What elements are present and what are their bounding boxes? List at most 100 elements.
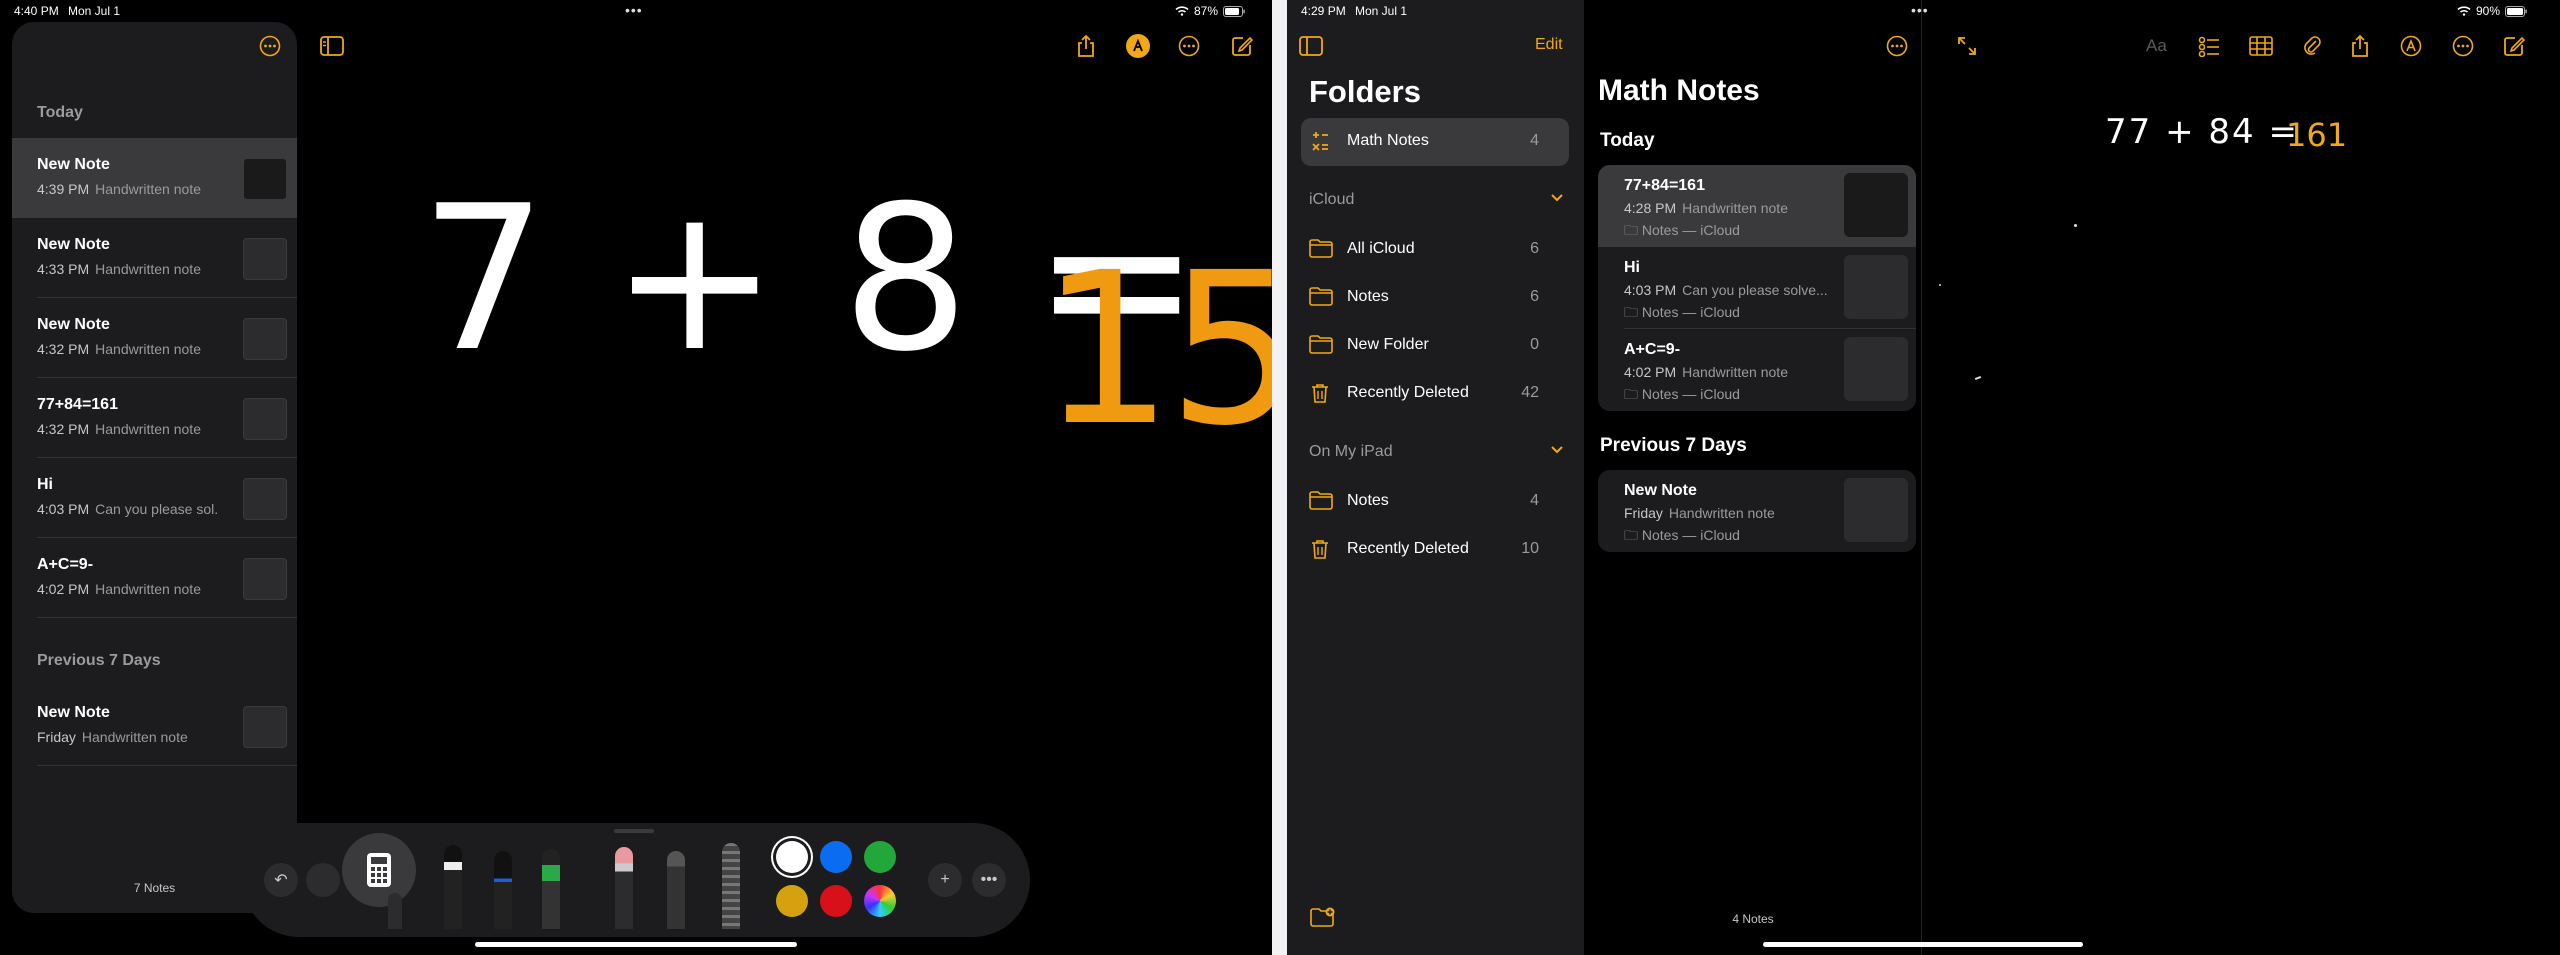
ruler-tool[interactable] — [722, 843, 740, 929]
chevron-down-icon[interactable] — [1550, 193, 1564, 203]
folder-name: Recently Deleted — [1347, 384, 1469, 401]
previous-notes-card: New Note Friday Handwritten note 🗀 Notes … — [1598, 470, 1916, 552]
color-swatch-white[interactable] — [776, 841, 808, 873]
color-swatch-blue[interactable] — [820, 841, 852, 873]
folders-sidebar: 4:29 PM Mon Jul 1 Edit Folders Math Note… — [1287, 0, 1584, 955]
highlighter-tool[interactable] — [542, 849, 560, 929]
checklist-icon[interactable] — [2195, 32, 2223, 60]
share-icon[interactable] — [2346, 32, 2374, 60]
folder-row-new-folder[interactable]: New Folder 0 — [1301, 322, 1569, 370]
more-options-button[interactable] — [1883, 32, 1911, 60]
note-row[interactable]: New Note Friday Handwritten note — [12, 686, 297, 766]
note-row[interactable]: New Note 4:32 PM Handwritten note — [12, 298, 297, 378]
note-title: Hi — [1624, 259, 1640, 276]
folder-row-ipad-notes[interactable]: Notes 4 — [1301, 478, 1569, 526]
note-row[interactable]: A+C=9- 4:02 PM Handwritten note 🗀 Notes —… — [1598, 329, 1916, 411]
status-date: Mon Jul 1 — [68, 4, 121, 18]
table-icon[interactable] — [2247, 32, 2275, 60]
notes-count: 4 Notes — [1732, 912, 1774, 926]
note-thumbnail — [1844, 173, 1908, 237]
note-thumbnail — [243, 478, 287, 520]
folder-icon: 🗀 — [1624, 527, 1638, 543]
home-indicator[interactable] — [1763, 942, 2083, 947]
calculator-button[interactable] — [342, 833, 416, 907]
note-title: Hi — [37, 476, 53, 493]
note-row[interactable]: 77+84=161 4:28 PM Handwritten note 🗀 Note… — [1598, 165, 1916, 247]
note-subtitle: Friday Handwritten note — [37, 729, 188, 745]
note-row[interactable]: New Note 4:39 PM Handwritten note — [12, 138, 297, 218]
toolbar-grabber[interactable] — [614, 829, 654, 833]
expand-icon[interactable] — [1953, 32, 1981, 60]
text-format-button[interactable]: Aa — [2146, 36, 2167, 56]
note-row[interactable]: 77+84=161 4:32 PM Handwritten note — [12, 378, 297, 458]
status-right: 90% — [2457, 4, 2527, 18]
chevron-down-icon[interactable] — [1550, 445, 1564, 455]
section-today: Today — [37, 104, 83, 121]
folder-icon: 🗀 — [1624, 304, 1638, 320]
monoline-pen-tool[interactable] — [388, 893, 402, 929]
multitask-dots[interactable]: ••• — [625, 2, 643, 18]
folder-icon — [1309, 238, 1333, 258]
note-subtitle: 4:32 PM Handwritten note — [37, 341, 201, 357]
note-title: New Note — [37, 704, 110, 721]
folder-row-notes[interactable]: Notes 6 — [1301, 274, 1569, 322]
markup-pen-icon[interactable] — [2397, 32, 2425, 60]
more-icon[interactable] — [1175, 32, 1203, 60]
color-swatch-red[interactable] — [820, 885, 852, 917]
folder-row-ipad-recently-deleted[interactable]: Recently Deleted 10 — [1301, 526, 1569, 574]
new-folder-icon[interactable] — [1309, 903, 1337, 931]
pencil-tool[interactable] — [667, 851, 685, 929]
pen-tool[interactable] — [444, 845, 462, 929]
note-row[interactable]: A+C=9- 4:02 PM Handwritten note — [12, 538, 297, 618]
note-row[interactable]: Hi 4:03 PM Can you please sol... — [12, 458, 297, 538]
notes-list-sidebar: Today New Note 4:39 PM Handwritten note N… — [12, 22, 297, 913]
folder-count: 4 — [1530, 492, 1539, 509]
note-thumbnail — [1844, 337, 1908, 401]
edit-button[interactable]: Edit — [1535, 36, 1563, 54]
home-indicator[interactable] — [475, 942, 797, 947]
calculator-icon — [367, 853, 391, 887]
markup-pen-icon[interactable] — [1124, 32, 1152, 60]
color-swatch-green[interactable] — [864, 841, 896, 873]
color-picker-wheel[interactable] — [864, 885, 896, 917]
on-my-ipad-heading[interactable]: On My iPad — [1309, 443, 1393, 461]
note-subtitle: 4:02 PM Handwritten note — [1624, 364, 1788, 380]
toolbar-more-button[interactable]: ••• — [972, 863, 1006, 897]
undo-button[interactable]: ↶ — [264, 863, 298, 897]
trash-icon — [1309, 538, 1331, 560]
folder-row-all-icloud[interactable]: All iCloud 6 — [1301, 226, 1569, 274]
battery-icon — [1223, 5, 1245, 17]
sidebar-toggle-icon[interactable] — [1297, 32, 1325, 60]
pencil-toolbar: ↶ + ••• — [242, 823, 1030, 937]
note-row[interactable]: New Note 4:33 PM Handwritten note — [12, 218, 297, 298]
folder-row-math-notes[interactable]: Math Notes 4 — [1301, 118, 1569, 166]
right-ipad-screen: 4:29 PM Mon Jul 1 Edit Folders Math Note… — [1287, 0, 2560, 955]
folder-count: 42 — [1521, 384, 1539, 401]
add-tool-button[interactable]: + — [928, 863, 962, 897]
attachment-icon[interactable] — [2298, 32, 2326, 60]
more-icon[interactable] — [2449, 32, 2477, 60]
marker-tool[interactable] — [494, 851, 512, 929]
eraser-tool[interactable] — [615, 847, 633, 929]
icloud-heading[interactable]: iCloud — [1309, 191, 1354, 209]
sidebar-toggle-icon[interactable] — [318, 32, 346, 60]
share-icon[interactable] — [1072, 32, 1100, 60]
compose-icon[interactable] — [1228, 32, 1256, 60]
note-thumbnail — [243, 706, 287, 748]
folder-row-recently-deleted[interactable]: Recently Deleted 42 — [1301, 370, 1569, 418]
list-title: Math Notes — [1598, 74, 1760, 107]
ink-dot — [2074, 224, 2077, 227]
note-row[interactable]: New Note Friday Handwritten note 🗀 Notes … — [1598, 470, 1916, 552]
folder-count: 6 — [1530, 288, 1539, 305]
note-title: 77+84=161 — [37, 396, 118, 413]
compose-icon[interactable] — [2500, 32, 2528, 60]
more-options-button[interactable] — [256, 32, 284, 60]
status-time: 4:29 PM — [1301, 4, 1346, 18]
note-folder: 🗀 Notes — iCloud — [1624, 222, 1740, 238]
redo-button[interactable] — [306, 863, 340, 897]
folder-count: 6 — [1530, 240, 1539, 257]
left-ipad-screen: 4:40 PM Mon Jul 1 ••• 87% Today New Note… — [0, 0, 1272, 955]
note-row[interactable]: Hi 4:03 PM Can you please solve... 🗀 Note… — [1598, 247, 1916, 329]
color-swatch-yellow[interactable] — [776, 885, 808, 917]
multitask-dots[interactable]: ••• — [1911, 2, 1929, 18]
